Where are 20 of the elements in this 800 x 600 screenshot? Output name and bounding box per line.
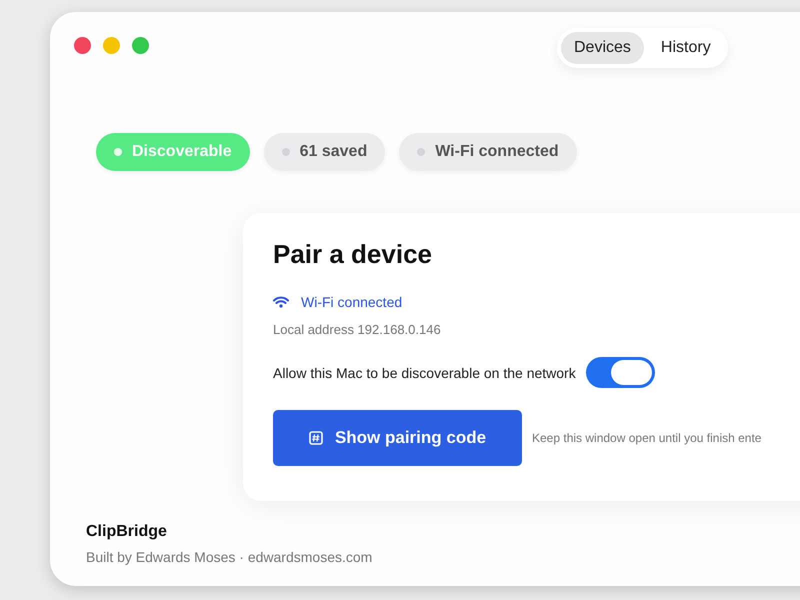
hash-icon (308, 431, 323, 445)
close-button[interactable] (74, 37, 91, 54)
status-chip[interactable]: 61 saved (264, 133, 386, 171)
card-title: Pair a device (273, 239, 433, 270)
dot-icon (282, 148, 290, 156)
dot-icon (114, 148, 122, 156)
app-name: ClipBridge (86, 523, 168, 541)
show-pairing-code-button[interactable]: Show pairing code (273, 410, 522, 466)
wifi-icon (273, 296, 289, 308)
hint-text: Keep this window open until you finish ente (532, 431, 762, 445)
discoverable-toggle[interactable] (586, 357, 655, 388)
dot-icon (417, 148, 426, 156)
status-chip[interactable]: Wi-Fi connected (399, 133, 577, 171)
toggle-label: Allow this Mac to be discoverable on the network (273, 364, 576, 380)
local-address: Local address 192.168.0.146 (273, 322, 442, 337)
zoom-button[interactable] (132, 37, 149, 54)
network-status: Wi-Fi connected (301, 294, 402, 310)
credit-text: Built by Edwards Moses · edwardsmoses.com (86, 549, 374, 565)
tab[interactable]: History (648, 32, 724, 64)
tab[interactable]: Devices (561, 32, 644, 64)
